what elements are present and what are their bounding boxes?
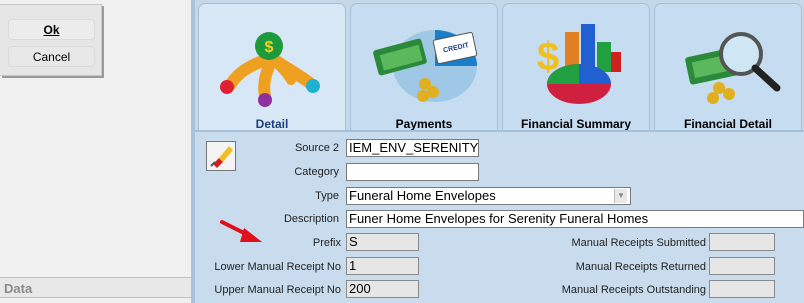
tab-financial-summary-label: Financial Summary: [520, 117, 632, 131]
left-panel: Ok Cancel Data: [0, 0, 191, 303]
tab-financial-summary[interactable]: $ Financial Summary: [502, 3, 650, 131]
button-box: Ok Cancel: [0, 4, 102, 76]
outstanding-label: Manual Receipts Outstanding: [561, 284, 706, 296]
ok-button[interactable]: Ok: [8, 19, 95, 40]
returned-label: Manual Receipts Returned: [575, 261, 706, 273]
source2-label: Source 2: [294, 142, 339, 154]
prefix-label: Prefix: [312, 237, 341, 249]
chevron-down-icon[interactable]: ▼: [614, 189, 627, 203]
submitted-label: Manual Receipts Submitted: [571, 237, 706, 249]
description-field[interactable]: Funer Home Envelopes for Serenity Funera…: [346, 210, 804, 228]
category-label: Category: [294, 166, 339, 178]
submitted-field[interactable]: [709, 233, 775, 251]
tab-detail[interactable]: $ Detail: [198, 3, 346, 131]
cancel-button[interactable]: Cancel: [8, 46, 95, 67]
tab-payments-label: Payments: [395, 117, 453, 131]
description-label: Description: [283, 213, 339, 225]
lower-receipt-label: Lower Manual Receipt No: [214, 261, 341, 273]
lower-receipt-field[interactable]: 1: [346, 257, 419, 275]
prefix-field[interactable]: S: [346, 233, 419, 251]
tab-financial-detail-label: Financial Detail: [683, 117, 773, 131]
payments-icon: CREDIT: [373, 30, 478, 102]
red-arrow-icon: [220, 220, 262, 242]
outstanding-field[interactable]: [709, 280, 775, 298]
source2-field[interactable]: IEM_ENV_SERENITY: [346, 139, 479, 157]
returned-field[interactable]: [709, 257, 775, 275]
tab-financial-detail[interactable]: Financial Detail: [654, 3, 802, 131]
type-label: Type: [315, 190, 339, 202]
type-select-value: Funeral Home Envelopes: [349, 188, 496, 203]
svg-text:$: $: [537, 35, 559, 79]
category-field[interactable]: [346, 163, 479, 181]
type-select[interactable]: Funeral Home Envelopes ▼: [346, 187, 631, 205]
data-section-header[interactable]: Data: [0, 277, 191, 298]
upper-receipt-field[interactable]: 200: [346, 280, 419, 298]
detail-icon: $: [220, 32, 320, 107]
tab-detail-label: Detail: [255, 117, 289, 131]
ok-button-label: Ok: [43, 22, 60, 37]
upper-receipt-label: Upper Manual Receipt No: [214, 284, 341, 296]
financial-summary-icon: $: [537, 24, 621, 104]
financial-detail-icon: [685, 32, 781, 104]
edit-brush-icon[interactable]: [206, 141, 236, 171]
svg-text:$: $: [265, 39, 274, 56]
detail-form: Source 2 IEM_ENV_SERENITY Category Type …: [195, 132, 804, 303]
cancel-button-label: Cancel: [32, 49, 71, 64]
tab-payments[interactable]: CREDIT Payments: [350, 3, 498, 131]
